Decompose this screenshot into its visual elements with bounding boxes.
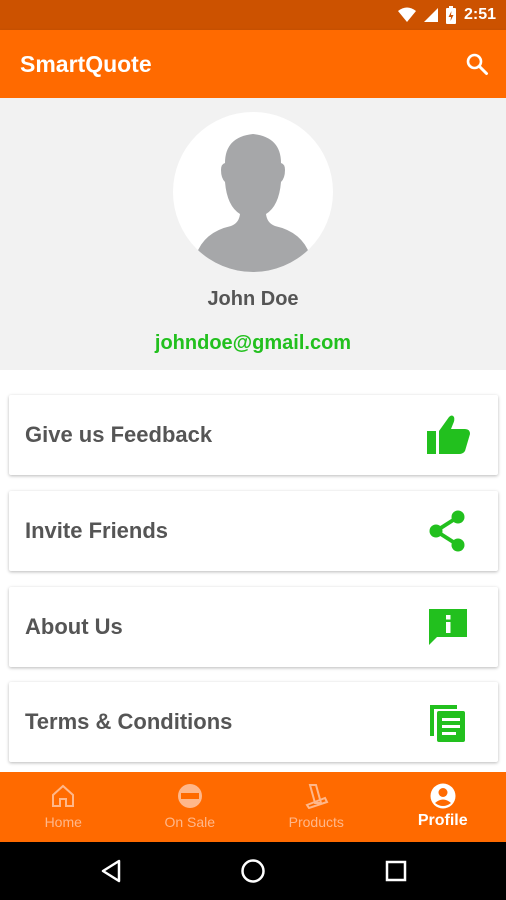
battery-icon — [445, 6, 456, 24]
nav-label: Products — [288, 814, 344, 830]
thumbs-up-icon — [424, 413, 472, 457]
app-title: SmartQuote — [20, 51, 152, 77]
app-bar: SmartQuote — [0, 30, 506, 98]
account-circle-icon — [430, 783, 456, 809]
profile-section: John Doe johndoe@gmail.com — [0, 98, 506, 370]
menu-label: Give us Feedback — [25, 422, 213, 447]
nav-label: On Sale — [164, 814, 216, 830]
sale-tag-icon — [177, 784, 202, 808]
terms-conditions-card[interactable]: Terms & Conditions — [9, 682, 498, 762]
info-message-icon — [424, 605, 472, 649]
invite-friends-card[interactable]: Invite Friends — [9, 491, 498, 571]
cell-signal-icon — [423, 8, 438, 22]
person-silhouette-icon — [193, 134, 313, 272]
avatar[interactable] — [173, 112, 333, 272]
nav-on-sale[interactable]: On Sale — [127, 772, 254, 842]
search-icon — [466, 53, 488, 75]
profile-name: John Doe — [207, 288, 299, 310]
nav-label: Home — [44, 814, 82, 830]
bottom-navigation: Home On Sale Products Profile — [0, 772, 506, 842]
status-bar: 2:51 — [0, 0, 506, 30]
product-icon — [305, 784, 329, 809]
nav-home[interactable]: Home — [0, 772, 127, 842]
recents-square-icon — [385, 860, 407, 882]
wifi-icon — [397, 7, 416, 22]
about-us-card[interactable]: About Us — [9, 587, 498, 667]
documents-icon — [424, 700, 472, 744]
nav-label: Profile — [417, 812, 468, 829]
home-circle-icon — [241, 859, 265, 883]
search-button[interactable] — [462, 49, 492, 79]
home-icon — [52, 784, 75, 807]
nav-profile[interactable]: Profile — [380, 772, 506, 842]
feedback-card[interactable]: Give us Feedback — [9, 395, 498, 475]
menu-label: Invite Friends — [25, 518, 169, 543]
back-button[interactable] — [96, 856, 126, 886]
profile-email: johndoe@gmail.com — [154, 332, 352, 354]
menu-label: About Us — [25, 614, 123, 639]
nav-products[interactable]: Products — [253, 772, 380, 842]
status-icons: 2:51 — [397, 0, 496, 30]
status-time: 2:51 — [463, 6, 496, 23]
home-system-button[interactable] — [238, 856, 268, 886]
recents-button[interactable] — [381, 856, 411, 886]
back-triangle-icon — [101, 859, 121, 883]
share-icon — [424, 509, 472, 553]
system-navigation-bar — [0, 842, 506, 900]
menu-label: Terms & Conditions — [25, 709, 233, 734]
